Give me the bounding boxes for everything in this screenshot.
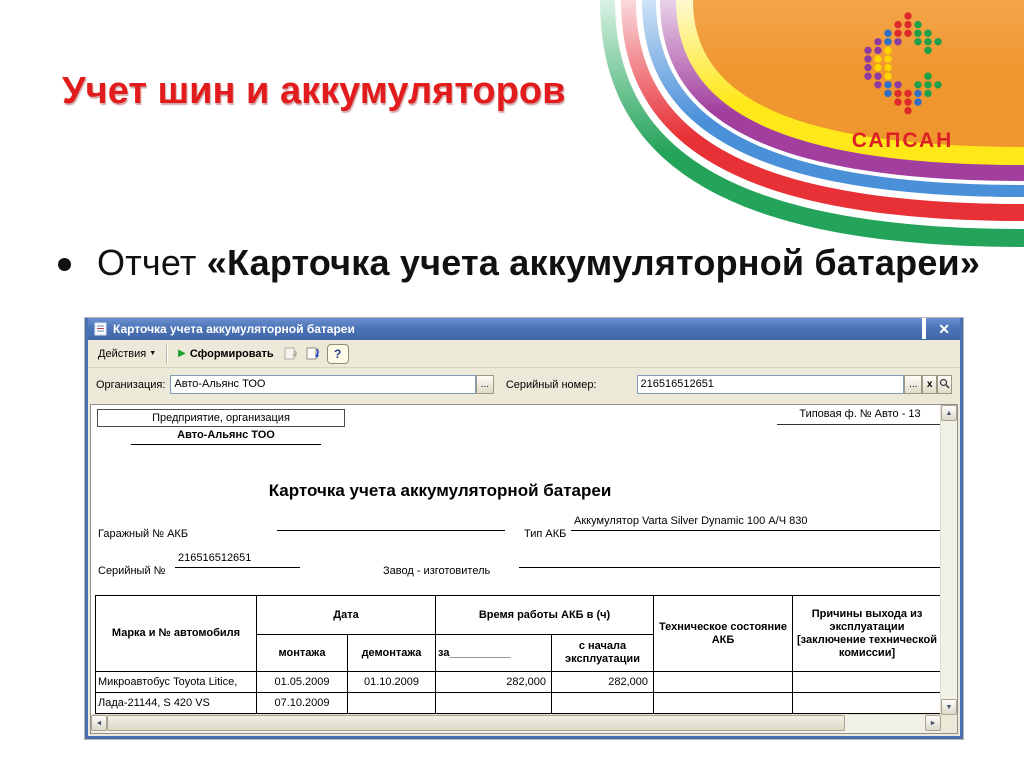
cell-mount-date: 07.10.2009 xyxy=(257,693,348,714)
battery-type-label: Тип АКБ xyxy=(524,528,566,540)
logo-dot-mark-icon xyxy=(848,10,958,122)
cell-reasons xyxy=(793,693,942,714)
scroll-up-button[interactable]: ▲ xyxy=(941,405,957,421)
slide-title: Учет шин и аккумуляторов xyxy=(62,70,565,113)
play-icon: ▶ xyxy=(178,348,186,359)
report-window-icon xyxy=(94,322,108,336)
vertical-scrollbar[interactable]: ▲ ▼ xyxy=(940,405,957,715)
bullet-marker-icon xyxy=(58,258,71,271)
page-arrow-down-icon xyxy=(305,346,321,362)
report-title: Карточка учета аккумуляторной батареи xyxy=(224,481,656,501)
toolbar: Действия ▼ ▶ Сформировать xyxy=(88,340,960,368)
table-row: Лада-21144, S 420 VS 07.10.2009 xyxy=(96,693,942,714)
arrow-up-icon: ▲ xyxy=(946,410,953,417)
cell-condition xyxy=(654,672,793,693)
actions-menu-button[interactable]: Действия ▼ xyxy=(92,345,162,363)
app-window: Карточка учета аккумуляторной батареи ✕ … xyxy=(85,318,963,739)
maximize-icon xyxy=(922,317,926,339)
arrow-right-icon: ► xyxy=(930,720,937,727)
window-title: Карточка учета аккумуляторной батареи xyxy=(113,322,910,336)
cell-dismount-date: 01.10.2009 xyxy=(348,672,436,693)
table-row: Микроавтобус Toyota Litice, 01.05.2009 0… xyxy=(96,672,942,693)
report-settings-button[interactable] xyxy=(303,344,323,364)
maximize-button[interactable] xyxy=(922,320,926,338)
report-org-name: Авто-Альянс ТОО xyxy=(131,429,321,445)
chevron-down-icon: ▼ xyxy=(149,350,156,357)
report-org-box: Предприятие, организация xyxy=(97,409,345,427)
help-button[interactable]: ? xyxy=(327,344,349,364)
cell-vehicle: Микроавтобус Toyota Litice, xyxy=(96,672,257,693)
col-condition-header: Техническое состояние АКБ xyxy=(654,596,793,672)
serial-clear-button[interactable]: x xyxy=(922,375,937,394)
organization-label: Организация: xyxy=(96,379,165,391)
magnifier-icon xyxy=(939,378,950,389)
scroll-right-button[interactable]: ► xyxy=(925,715,941,731)
cell-vehicle: Лада-21144, S 420 VS xyxy=(96,693,257,714)
col-dismount-header: демонтажа xyxy=(348,635,436,672)
cell-hours-since xyxy=(552,693,654,714)
filter-row: Организация: Авто-Альянс ТОО ... Серийны… xyxy=(88,368,960,401)
cell-hours-per: 282,000 xyxy=(436,672,552,693)
window-titlebar[interactable]: Карточка учета аккумуляторной батареи ✕ xyxy=(88,318,960,340)
horizontal-scrollbar[interactable]: ◄ ► xyxy=(91,714,941,733)
serial-label: Серийный № xyxy=(98,565,165,577)
cell-mount-date: 01.05.2009 xyxy=(257,672,348,693)
scroll-down-button[interactable]: ▼ xyxy=(941,699,957,715)
col-per-header: за__________ xyxy=(436,635,552,672)
bullet-prefix: Отчет xyxy=(97,242,207,283)
organization-input[interactable]: Авто-Альянс ТОО xyxy=(170,375,476,394)
serial-search-button[interactable] xyxy=(937,375,952,394)
report-canvas: Предприятие, организация Типовая ф. № Ав… xyxy=(91,405,941,715)
report-table: Марка и № автомобиля Дата Время работы А… xyxy=(95,595,941,714)
brand-logo: САПСАН xyxy=(840,10,965,153)
save-settings-button[interactable] xyxy=(281,344,301,364)
page-disabled-icon xyxy=(283,346,299,362)
scroll-left-button[interactable]: ◄ xyxy=(91,715,107,731)
factory-blank xyxy=(519,552,941,568)
slide: САПСАН Учет шин и аккумуляторов Отчет «К… xyxy=(0,0,1024,768)
actions-menu-label: Действия xyxy=(98,348,146,360)
garage-number-label: Гаражный № АКБ xyxy=(98,528,188,540)
bullet-line: Отчет «Карточка учета аккумуляторной бат… xyxy=(58,242,980,284)
cell-hours-per xyxy=(436,693,552,714)
battery-type-value: Аккумулятор Varta Silver Dynamic 100 А/Ч… xyxy=(571,515,941,531)
toolbar-separator xyxy=(166,345,168,363)
report-area[interactable]: Предприятие, организация Типовая ф. № Ав… xyxy=(90,404,958,734)
cell-hours-since: 282,000 xyxy=(552,672,654,693)
cell-dismount-date xyxy=(348,693,436,714)
bullet-text: Отчет «Карточка учета аккумуляторной бат… xyxy=(97,242,980,284)
col-reasons-header: Причины выхода из эксплуатации [заключен… xyxy=(793,596,942,672)
horizontal-scroll-thumb[interactable] xyxy=(107,715,845,731)
cell-reasons xyxy=(793,672,942,693)
generate-label: Сформировать xyxy=(190,348,274,360)
col-mount-header: монтажа xyxy=(257,635,348,672)
scrollbar-corner xyxy=(941,715,957,733)
brand-logo-text: САПСАН xyxy=(840,129,965,153)
generate-button[interactable]: ▶ Сформировать xyxy=(172,345,280,363)
serial-value: 216516512651 xyxy=(175,552,300,568)
report-form-code: Типовая ф. № Авто - 13 xyxy=(777,408,941,425)
cell-condition xyxy=(654,693,793,714)
factory-label: Завод - изготовитель xyxy=(383,565,490,577)
serial-number-label: Серийный номер: xyxy=(506,379,597,391)
arrow-down-icon: ▼ xyxy=(946,704,953,711)
col-vehicle-header: Марка и № автомобиля xyxy=(96,596,257,672)
close-button[interactable]: ✕ xyxy=(938,322,950,336)
serial-number-input[interactable]: 216516512651 xyxy=(637,375,905,394)
group-date-header: Дата xyxy=(257,596,436,635)
help-label: ? xyxy=(334,347,341,361)
group-time-header: Время работы АКБ в (ч) xyxy=(436,596,654,635)
serial-browse-button[interactable]: ... xyxy=(904,375,922,394)
arrow-left-icon: ◄ xyxy=(96,720,103,727)
bullet-emphasis: «Карточка учета аккумуляторной батареи» xyxy=(207,242,980,283)
garage-number-blank xyxy=(277,515,505,531)
organization-browse-button[interactable]: ... xyxy=(476,375,494,394)
col-since-header: с начала эксплуатации xyxy=(552,635,654,672)
